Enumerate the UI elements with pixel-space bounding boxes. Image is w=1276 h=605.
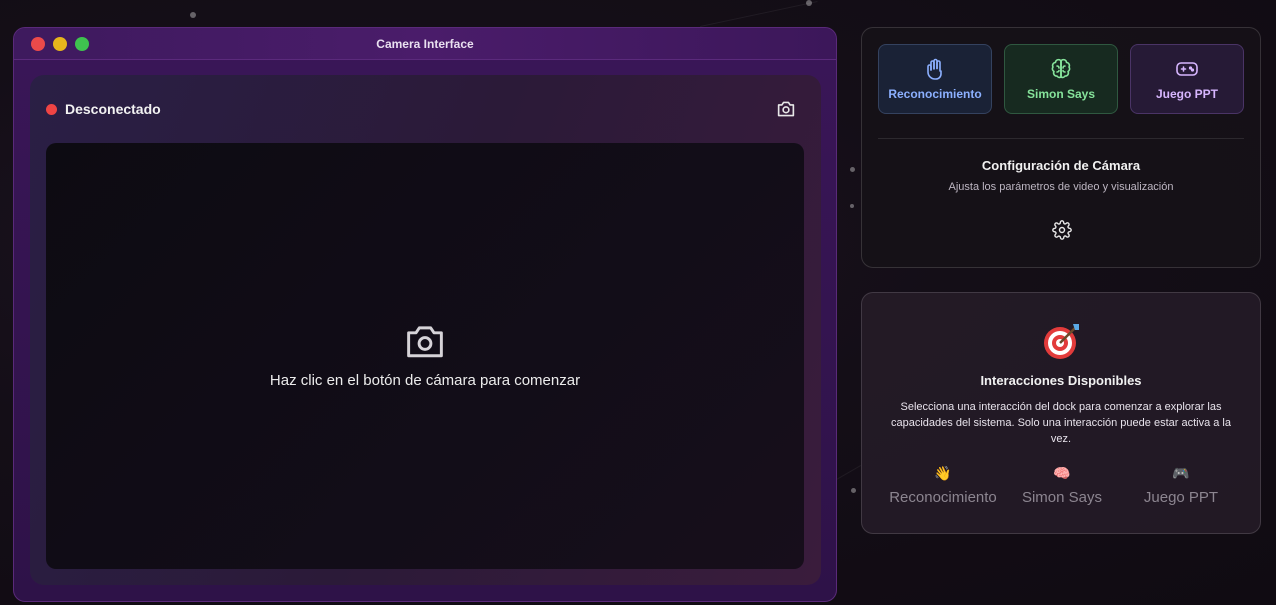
video-viewport: Haz clic en el botón de cámara para come… — [46, 143, 804, 569]
camera-config-title: Configuración de Cámara — [981, 158, 1141, 173]
window-title: Camera Interface — [376, 37, 474, 51]
settings-button[interactable] — [1052, 220, 1072, 240]
viewport-placeholder-text: Haz clic en el botón de cámara para come… — [269, 372, 581, 389]
background-dot — [850, 204, 854, 208]
control-card: Reconocimiento Simon Says Juego PPT Conf… — [861, 27, 1261, 268]
background-line — [700, 1, 818, 27]
dock-button-simon-says[interactable]: Simon Says — [1004, 44, 1118, 114]
camera-icon — [777, 101, 795, 117]
target-icon — [1044, 324, 1079, 359]
dock-label: Juego PPT — [1155, 87, 1218, 101]
status-text: Desconectado — [65, 101, 161, 117]
waving-hand-icon: 👋 — [934, 465, 952, 481]
background-dot — [851, 488, 856, 493]
window-titlebar: Camera Interface — [14, 28, 836, 60]
interaction-label: Simon Says — [1021, 489, 1103, 506]
brain-icon — [1051, 58, 1071, 79]
camera-toggle-button[interactable] — [774, 97, 798, 121]
interaction-item-reconocimiento: 👋 Reconocimiento — [878, 465, 1008, 506]
camera-config-subtitle: Ajusta los parámetros de video y visuali… — [948, 181, 1174, 193]
game-controller-icon: 🎮 — [1172, 465, 1190, 481]
camera-placeholder-icon — [407, 326, 443, 358]
hand-icon — [927, 58, 942, 80]
divider — [878, 138, 1244, 139]
dock-label: Simon Says — [1026, 87, 1096, 101]
background-dot — [190, 12, 196, 18]
interaction-label: Juego PPT — [1143, 489, 1219, 506]
dock-label: Reconocimiento — [888, 87, 982, 101]
interactions-card: Interacciones Disponibles Selecciona una… — [861, 292, 1261, 534]
camera-panel: Desconectado Haz clic en el botón de cám… — [30, 75, 821, 585]
interaction-item-juego-ppt: 🎮 Juego PPT — [1116, 465, 1246, 506]
interaction-label: Reconocimiento — [889, 489, 997, 506]
dock-button-reconocimiento[interactable]: Reconocimiento — [878, 44, 992, 114]
status-indicator-dot — [46, 103, 57, 115]
interaction-item-simon-says: 🧠 Simon Says — [997, 465, 1127, 506]
dock-button-juego-ppt[interactable]: Juego PPT — [1130, 44, 1244, 114]
gamepad-icon — [1176, 62, 1198, 76]
camera-window: Camera Interface Desconectado Haz clic e… — [13, 27, 837, 602]
gear-icon — [1052, 220, 1072, 240]
interactions-description: Selecciona una interacción del dock para… — [891, 401, 1231, 445]
background-dot — [850, 167, 855, 172]
interactions-title: Interacciones Disponibles — [980, 373, 1142, 388]
connection-status: Desconectado — [46, 101, 161, 117]
brain-emoji-icon: 🧠 — [1053, 465, 1071, 481]
